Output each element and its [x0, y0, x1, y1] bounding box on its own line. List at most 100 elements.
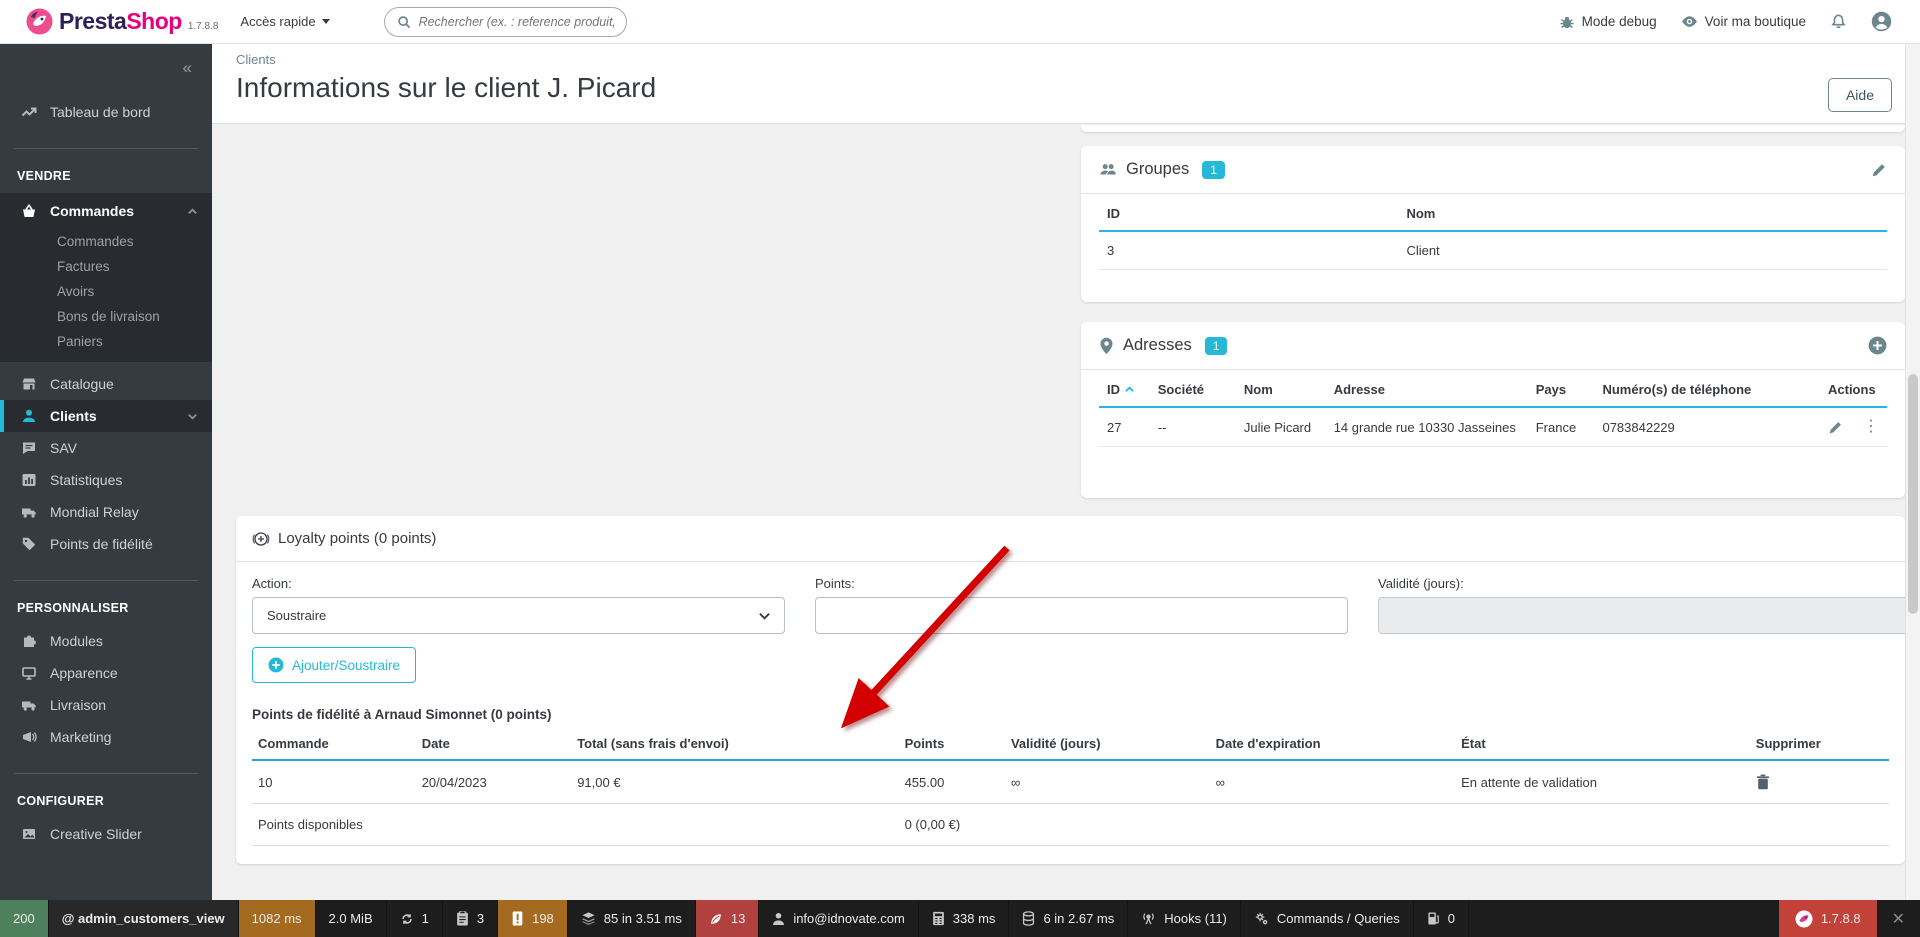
sidebar: « Tableau de bord VENDRE Commandes Comma…	[0, 44, 212, 900]
vertical-scrollbar[interactable]	[1905, 44, 1920, 900]
add-subtract-label: Ajouter/Soustraire	[292, 657, 401, 673]
order-date: 20/04/2023	[415, 760, 572, 804]
loyalty-circle-plus-icon	[252, 530, 270, 548]
account-menu[interactable]	[1871, 11, 1892, 32]
sidebar-item-label: Points de fidélité	[50, 536, 153, 552]
sidebar-collapse-button[interactable]: «	[183, 58, 192, 78]
time-item[interactable]: 1082 ms	[238, 900, 316, 937]
address-company: --	[1149, 407, 1236, 447]
order-expiration: ∞	[1209, 760, 1456, 804]
queries-item[interactable]: 6 in 2.67 ms	[1009, 900, 1129, 937]
sidebar-item-dashboard[interactable]: Tableau de bord	[0, 96, 212, 128]
trash-icon[interactable]	[1756, 774, 1875, 790]
trending-up-icon	[21, 104, 37, 120]
order-state: En attente de validation	[1455, 760, 1750, 804]
table-icon	[932, 911, 945, 926]
table-row: 27 -- Julie Picard 14 grande rue 10330 J…	[1099, 407, 1887, 447]
quick-access-label: Accès rapide	[240, 14, 316, 29]
requests-item[interactable]: 3	[443, 900, 499, 937]
global-search[interactable]	[383, 6, 627, 37]
sidebar-item-modules[interactable]: Modules	[0, 625, 212, 657]
column-header-id-sortable[interactable]: ID	[1099, 370, 1150, 408]
sidebar-item-commandes[interactable]: Commandes	[0, 193, 212, 229]
help-button[interactable]: Aide	[1827, 78, 1892, 112]
sidebar-subitem-bons-de-livraison[interactable]: Bons de livraison	[0, 304, 212, 329]
pin-icon	[1099, 337, 1114, 355]
sidebar-subitem-paniers[interactable]: Paniers	[0, 329, 212, 354]
logs-item[interactable]: 198	[498, 900, 568, 937]
status-badge[interactable]: 200	[0, 900, 49, 937]
pencil-icon[interactable]	[1828, 420, 1843, 435]
forms-item[interactable]: 1	[387, 900, 443, 937]
route-item[interactable]: @ admin_customers_view	[48, 900, 239, 937]
sidebar-item-livraison[interactable]: Livraison	[0, 689, 212, 721]
memory-item[interactable]: 2.0 MiB	[316, 900, 387, 937]
tag-icon	[21, 536, 37, 552]
commands-item[interactable]: Commands / Queries	[1241, 900, 1414, 937]
hooks-item[interactable]: Hooks (11)	[1128, 900, 1241, 937]
column-header-pays: Pays	[1527, 370, 1595, 408]
sidebar-item-creative-slider[interactable]: Creative Slider	[0, 818, 212, 850]
scrollbar-thumb[interactable]	[1908, 374, 1918, 614]
breadcrumb[interactable]: Clients	[236, 52, 656, 67]
address-phone: 0783842229	[1594, 407, 1820, 447]
group-name: Client	[1398, 231, 1887, 270]
quick-access-menu[interactable]: Accès rapide	[240, 14, 330, 29]
database-icon	[1022, 911, 1035, 926]
sidebar-item-mondial-relay[interactable]: Mondial Relay	[0, 496, 212, 528]
points-input[interactable]	[815, 597, 1348, 634]
previous-panel-edge	[1081, 125, 1905, 132]
available-points-value: 0 (0,00 €)	[898, 803, 1889, 846]
sidebar-item-sav[interactable]: SAV	[0, 432, 212, 464]
user-item[interactable]: info@idnovate.com	[759, 900, 919, 937]
column-header-total: Total (sans frais d'envoi)	[571, 728, 899, 761]
content-area: Groupes 1 ID Nom 3 Client Adresses 1 ID …	[212, 125, 1920, 900]
sidebar-item-statistiques[interactable]: Statistiques	[0, 464, 212, 496]
doctrine-item[interactable]: 338 ms	[919, 900, 1010, 937]
sidebar-item-points-de-fidelite[interactable]: Points de fidélité	[0, 528, 212, 560]
prestashop-version-badge[interactable]: 1.7.8.8	[1778, 900, 1877, 937]
sidebar-item-clients[interactable]: Clients	[0, 400, 212, 432]
sidebar-item-label: Tableau de bord	[50, 104, 151, 120]
search-input[interactable]	[418, 14, 614, 29]
notifications-button[interactable]	[1830, 13, 1847, 30]
refresh-icon	[400, 912, 414, 926]
sidebar-item-apparence[interactable]: Apparence	[0, 657, 212, 689]
kebab-icon[interactable]: ⋮	[1863, 419, 1879, 435]
order-validity: ∞	[1004, 760, 1210, 804]
groups-panel-title: Groupes	[1126, 160, 1190, 178]
column-header-commande: Commande	[252, 728, 416, 761]
chat-icon	[21, 440, 37, 456]
pencil-icon[interactable]	[1871, 162, 1887, 178]
sidebar-item-catalogue[interactable]: Catalogue	[0, 368, 212, 400]
search-icon	[397, 15, 411, 29]
column-header-date: Date	[415, 728, 572, 761]
column-header-nom: Nom	[1235, 370, 1326, 408]
action-select[interactable]: Soustraire	[252, 597, 785, 634]
chevron-down-icon	[759, 612, 770, 620]
sidebar-subitem-avoirs[interactable]: Avoirs	[0, 279, 212, 304]
column-header-etat: État	[1455, 728, 1750, 761]
sidebar-item-marketing[interactable]: Marketing	[0, 721, 212, 753]
order-total: 91,00 €	[571, 760, 899, 804]
sidebar-item-label: Statistiques	[50, 472, 123, 488]
cache-item[interactable]: 85 in 3.51 ms	[568, 900, 696, 937]
column-header-id: ID	[1099, 194, 1399, 232]
view-shop-link[interactable]: Voir ma boutique	[1681, 13, 1806, 30]
sidebar-subitem-commandes[interactable]: Commandes	[0, 229, 212, 254]
close-icon[interactable]: ✕	[1877, 900, 1920, 937]
sidebar-subitem-factures[interactable]: Factures	[0, 254, 212, 279]
brand-wordmark: PrestaShop	[59, 8, 182, 34]
plus-circle-icon[interactable]	[1868, 336, 1887, 355]
add-subtract-button[interactable]: Ajouter/Soustraire	[252, 647, 417, 683]
group-id: 3	[1099, 231, 1399, 270]
address-name: Julie Picard	[1235, 407, 1326, 447]
user-icon	[772, 912, 785, 926]
basket-icon	[21, 203, 37, 219]
debug-mode-label: Mode debug	[1581, 14, 1657, 29]
addresses-panel: Adresses 1 ID Société Nom Adresse Pays N…	[1081, 322, 1905, 498]
twig-item[interactable]: 13	[695, 900, 760, 937]
debug-mode-link[interactable]: Mode debug	[1559, 14, 1657, 30]
groups-panel: Groupes 1 ID Nom 3 Client	[1081, 146, 1905, 302]
mails-item[interactable]: 0	[1414, 900, 1469, 937]
